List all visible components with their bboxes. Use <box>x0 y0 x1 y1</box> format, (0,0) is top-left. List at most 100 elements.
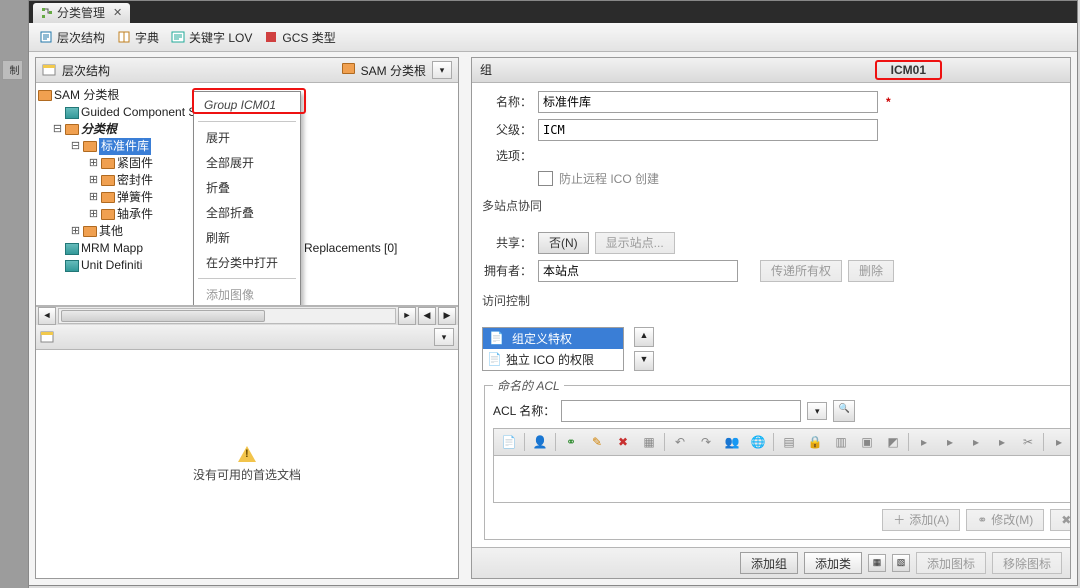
list-item[interactable]: 📄 组定义特权 <box>483 328 623 349</box>
struct-icon <box>65 260 79 272</box>
acl-tool-icon[interactable]: ▤ <box>778 431 800 453</box>
close-icon[interactable]: ✕ <box>113 3 122 23</box>
folder-icon <box>342 63 355 77</box>
move-up-button[interactable]: ▲ <box>634 327 654 347</box>
scroll-right-button[interactable]: ► <box>398 307 416 325</box>
input-owner[interactable] <box>538 260 738 282</box>
input-parent[interactable] <box>538 119 878 141</box>
acl-link-icon[interactable]: ⚭ <box>560 431 582 453</box>
scroll-next-button[interactable]: ▶ <box>438 307 456 325</box>
share-value-button[interactable]: 否(N) <box>538 232 589 254</box>
checkbox-prevent-remote-ico[interactable] <box>538 171 553 186</box>
acl-tool-icon[interactable]: ↷ <box>695 431 717 453</box>
root-selector-label: SAM 分类根 <box>361 62 426 79</box>
expander-icon[interactable]: ⊞ <box>88 206 99 223</box>
folder-icon <box>65 124 79 135</box>
acl-name-dropdown[interactable]: ▾ <box>807 402 827 420</box>
checkbox-label: 防止远程 ICO 创建 <box>559 170 659 187</box>
tab-classification-admin[interactable]: 分类管理 ✕ <box>33 3 130 23</box>
struct-icon <box>65 107 79 119</box>
scroll-track[interactable] <box>58 308 396 324</box>
right-pane-header: 组 ICM01 <box>472 58 1070 83</box>
footer-remove-icon-button: 移除图标 <box>992 552 1062 574</box>
acl-delete-icon[interactable]: ✖ <box>612 431 634 453</box>
menu-item-add-image: 添加图像 <box>194 282 300 306</box>
menu-item-collapse-all[interactable]: 全部折叠 <box>194 200 300 225</box>
menu-item-refresh[interactable]: 刷新 <box>194 225 300 250</box>
hierarchy-tree[interactable]: Group ICM01 展开 全部展开 折叠 全部折叠 刷新 在分类中打开 添加… <box>36 83 458 306</box>
row-parent: 父级： <box>482 119 1060 141</box>
root-selector-dropdown[interactable]: ▾ <box>432 61 452 79</box>
acl-tool-icon[interactable]: ▥ <box>830 431 852 453</box>
gcs-icon <box>264 30 278 44</box>
acl-tool-icon[interactable]: ▸ <box>965 431 987 453</box>
label-acl-name: ACL 名称： <box>493 402 555 419</box>
highlight-box-context-header <box>192 88 306 114</box>
acl-tool-icon[interactable]: ▦ <box>638 431 660 453</box>
acl-cut-icon[interactable]: ✂ <box>1017 431 1039 453</box>
toolbar-hierarchy[interactable]: 层次结构 <box>39 29 105 46</box>
acl-tool-icon[interactable]: ▸ <box>991 431 1013 453</box>
acl-globe-icon[interactable]: 🌐 <box>747 431 769 453</box>
expander-icon[interactable]: ⊞ <box>70 223 81 240</box>
expander-icon[interactable]: ⊟ <box>70 138 81 155</box>
expander-icon[interactable]: ⊞ <box>88 155 99 172</box>
left-pane: 层次结构 SAM 分类根 ▾ Group ICM01 展开 全部展开 折叠 全部… <box>35 57 459 579</box>
menu-item-open-in-class[interactable]: 在分类中打开 <box>194 250 300 275</box>
footer-icon-btn1[interactable]: ▦ <box>868 554 886 572</box>
group-form: 名称： * 父级： 选项： 防止远程 ICO 创建 多站点协同 <box>472 83 1070 547</box>
label-share: 共享： <box>492 234 532 251</box>
acl-lookup-button[interactable]: 🔍 <box>833 400 855 422</box>
move-down-button[interactable]: ▼ <box>634 351 654 371</box>
struct-icon <box>65 243 79 255</box>
toolbar-dict[interactable]: 字典 <box>117 29 159 46</box>
expander-icon[interactable]: ⊟ <box>52 121 63 138</box>
menu-item-collapse[interactable]: 折叠 <box>194 175 300 200</box>
scroll-thumb[interactable] <box>61 310 265 322</box>
toolbar-gcs-type[interactable]: GCS 类型 <box>264 29 335 46</box>
scroll-prev-button[interactable]: ◀ <box>418 307 436 325</box>
document-tab-bar: 分类管理 ✕ <box>29 1 1077 23</box>
acl-legend: 命名的 ACL <box>493 377 564 394</box>
label-name: 名称： <box>482 93 532 110</box>
acl-tool-icon[interactable]: ↶ <box>669 431 691 453</box>
footer-add-class-button[interactable]: 添加类 <box>804 552 862 574</box>
acl-tool-icon[interactable]: ▸ <box>939 431 961 453</box>
acl-grid[interactable] <box>493 456 1070 503</box>
menu-item-expand-all[interactable]: 全部展开 <box>194 150 300 175</box>
acl-lock-icon[interactable]: 🔒 <box>804 431 826 453</box>
list-item[interactable]: 📄 独立 ICO 的权限 <box>483 349 623 370</box>
acl-user-icon[interactable]: 👤 <box>529 431 551 453</box>
expander-icon[interactable]: ⊞ <box>88 189 99 206</box>
row-checkbox: 防止远程 ICO 创建 <box>482 170 1060 187</box>
label-options: 选项： <box>482 147 532 164</box>
acl-tool-icon[interactable]: ▸ <box>913 431 935 453</box>
footer-add-group-button[interactable]: 添加组 <box>740 552 798 574</box>
toolbar-keyword-lov[interactable]: 关键字 LOV <box>171 29 252 46</box>
acl-edit-icon[interactable]: ✎ <box>586 431 608 453</box>
acl-user2-icon[interactable]: 👥 <box>721 431 743 453</box>
input-name[interactable] <box>538 91 878 113</box>
acl-delete-button: ✖ 删除(D) <box>1050 509 1070 531</box>
access-listbox[interactable]: 📄 组定义特权 📄 独立 ICO 的权限 <box>482 327 624 371</box>
app-left-gutter: 制 <box>0 0 29 588</box>
folder-icon <box>83 141 97 152</box>
tab-title: 分类管理 <box>57 3 105 23</box>
warning-icon <box>238 446 256 462</box>
tree-icon <box>41 7 53 19</box>
right-panel-title: 组 <box>480 61 492 78</box>
footer-icon-btn2[interactable]: ▧ <box>892 554 910 572</box>
acl-icon[interactable]: 📄 <box>498 431 520 453</box>
mini-dropdown[interactable]: ▾ <box>434 328 454 346</box>
input-acl-name[interactable] <box>561 400 801 422</box>
left-panel-title: 层次结构 <box>62 62 110 79</box>
expander-icon[interactable]: ⊞ <box>88 172 99 189</box>
acl-tool-icon[interactable]: ▸ <box>1048 431 1070 453</box>
scroll-left-button[interactable]: ◄ <box>38 307 56 325</box>
acl-tool-icon[interactable]: ◩ <box>882 431 904 453</box>
acl-tool-icon[interactable]: ▣ <box>856 431 878 453</box>
gutter-tab[interactable]: 制 <box>2 60 23 80</box>
doc-icon: 📄 <box>487 352 502 366</box>
tree-h-scroll[interactable]: ◄ ► ◀ ▶ <box>36 306 458 325</box>
menu-item-expand[interactable]: 展开 <box>194 125 300 150</box>
